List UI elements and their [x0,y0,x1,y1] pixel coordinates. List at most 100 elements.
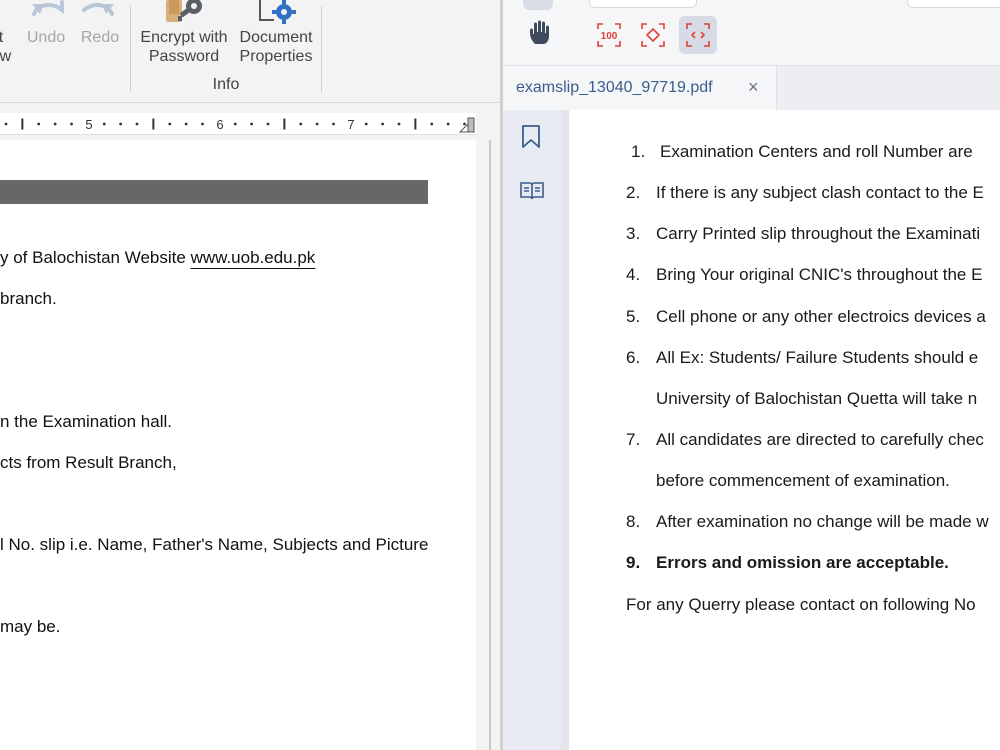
pdf-canvas-gutter [561,110,569,750]
ruler-tick [4,122,8,126]
partial-ribbon-button[interactable]: t ew [0,28,16,66]
ruler-tick [21,118,24,130]
item-number: 1. [631,142,646,161]
partial-button-label-1: t [0,29,4,46]
ruler-tick [266,122,270,126]
toolbar-field[interactable] [589,0,697,8]
ruler-tick [233,122,237,126]
key-icon [166,0,202,22]
fit-page-button[interactable] [634,16,672,54]
ruler-tick [135,122,139,126]
list-item-continuation: before commencement of examination. [656,471,950,490]
select-tool-button[interactable] [523,0,553,10]
ruler-tick [299,122,303,126]
gray-heading-bar [0,180,428,204]
ruler-tick [250,122,254,126]
ruler-number: 7 [347,117,354,132]
doc-line-text: y of Balochistan Website [0,248,191,267]
ruler-tick [446,122,450,126]
ruler-tick [70,122,73,126]
item-text: Bring Your original CNIC's throughout th… [656,265,983,284]
list-item-continuation: University of Balochistan Quetta will ta… [656,389,978,408]
reading-mode-icon[interactable] [519,180,545,202]
ribbon-group-info-label: Info [212,76,240,93]
actual-size-icon: 100 [597,23,621,47]
item-text: Cell phone or any other electroics devic… [656,307,986,326]
ruler-tick [37,122,41,126]
scrollbar-thumb[interactable] [489,140,491,750]
doc-line: cts from Result Branch, [0,453,177,472]
redo-label: Redo [80,29,120,46]
pdf-viewer-window: 100 examslip_13040_97719.pdf × 1. Examin… [503,0,1000,750]
item-number: 2. [626,183,641,202]
item-number: 3. [626,224,641,243]
ruler-tick [397,122,401,126]
ribbon: t ew Undo Redo [0,0,501,103]
item-text: If there is any subject clash contact to… [656,183,984,202]
ruler-tick [184,122,188,126]
document-properties-button[interactable]: Document Properties [234,28,318,66]
item-number: 6. [626,348,641,367]
ruler-tick [201,122,204,126]
item-text: All candidates are directed to carefully… [656,430,984,449]
ruler-tick [414,118,417,130]
item-number: 7. [626,430,641,449]
undo-icon [32,0,64,16]
document-tab-bar: examslip_13040_97719.pdf × [503,66,1000,110]
horizontal-ruler[interactable]: 5 6 7 [0,113,476,135]
fit-width-button[interactable] [679,16,717,54]
close-icon[interactable]: × [748,78,759,96]
encrypt-label-2: Password [148,48,220,65]
tab-examslip-pdf[interactable]: examslip_13040_97719.pdf × [503,66,777,110]
ruler-number: 5 [85,117,92,132]
hand-icon[interactable] [529,20,551,46]
bookmark-icon[interactable] [520,124,542,150]
ruler-ticks: 5 6 7 [4,117,466,132]
pdf-toolbar: 100 [503,0,1000,66]
doc-line: may be. [0,617,61,636]
ribbon-separator [130,6,131,92]
website-link[interactable]: www.uob.edu.pk [191,248,316,267]
document-page[interactable] [0,140,476,750]
document-gear-icon [259,0,296,24]
encrypt-with-password-button[interactable]: Encrypt with Password [136,28,232,66]
undo-label: Undo [26,29,66,46]
ruler-tick [364,122,368,126]
item-text: After examination no change will be made… [656,512,989,531]
ruler-tick [332,122,335,126]
item-text: Carry Printed slip throughout the Examin… [656,224,981,243]
item-text: Examination Centers and roll Number are [660,142,973,161]
doc-line: l No. slip i.e. Name, Father's Name, Sub… [0,535,429,554]
right-indent-marker-icon[interactable] [458,117,476,135]
toolbar-search-field[interactable] [907,0,1000,8]
redo-icon [82,3,114,16]
ruler-tick [315,122,319,126]
doc-line: n the Examination hall. [0,412,172,431]
docprops-label-1: Document [239,29,313,46]
pdf-side-panel [503,110,561,750]
item-text: Errors and omission are acceptable. [656,553,949,572]
actual-size-button[interactable]: 100 [590,16,628,54]
pdf-page[interactable]: 1. Examination Centers and roll Number ar… [569,110,1000,750]
ruler-tick [430,122,434,126]
ruler-tick [102,122,106,126]
item-number: 8. [626,512,641,531]
ruler-tick [283,118,286,130]
tab-title: examslip_13040_97719.pdf [516,79,713,96]
redo-button[interactable]: Redo [76,28,124,47]
ruler-tick [381,122,385,126]
ruler-number: 6 [216,117,223,132]
footer-contact-text: For any Querry please contact on followi… [626,595,976,614]
fit-width-icon [686,23,710,47]
item-number: 4. [626,265,641,284]
screen: t ew Undo Redo [0,0,1000,750]
partial-button-label-2: ew [0,48,12,65]
docprops-label-2: Properties [239,48,313,65]
undo-button[interactable]: Undo [22,28,70,47]
word-window: t ew Undo Redo [0,0,501,750]
fit-page-icon [641,23,665,47]
vertical-scrollbar[interactable] [478,140,500,750]
item-number: 9. [626,553,641,572]
ruler-tick [152,118,155,130]
doc-line: branch. [0,289,57,308]
